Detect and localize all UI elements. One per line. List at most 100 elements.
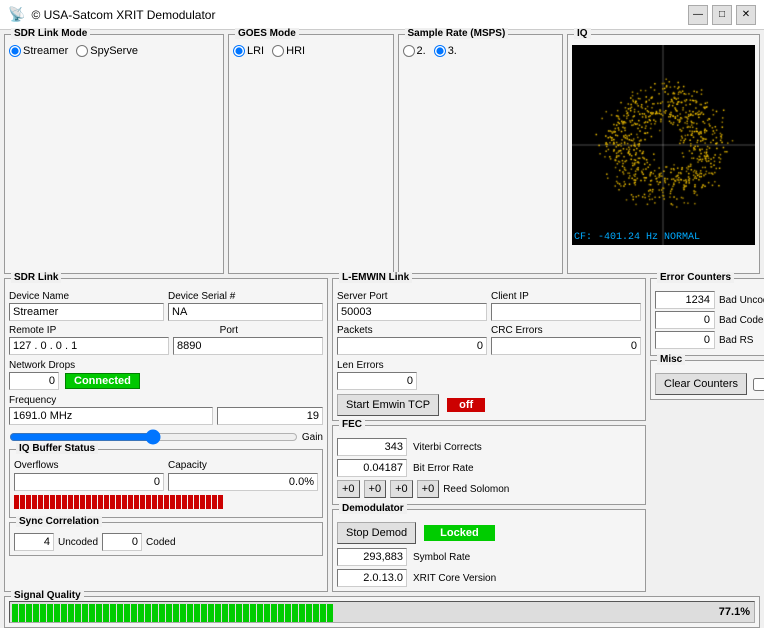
server-port-input[interactable] xyxy=(337,303,487,321)
sample-2-radio[interactable] xyxy=(403,45,415,57)
clear-counters-button[interactable]: Clear Counters xyxy=(655,373,747,395)
xrit-version-input xyxy=(337,569,407,587)
frequency-input[interactable] xyxy=(9,407,213,425)
goes-mode-panel: GOES Mode LRI HRI xyxy=(228,34,394,274)
len-errors-input[interactable] xyxy=(337,372,417,390)
crc-errors-input[interactable] xyxy=(491,337,641,355)
close-button[interactable]: ✕ xyxy=(736,5,756,25)
signal-segment xyxy=(271,604,277,622)
demodulator-panel: Demodulator Stop Demod Locked Symbol Rat… xyxy=(332,509,646,592)
network-drops-label: Network Drops xyxy=(9,360,75,371)
spyserve-radio[interactable] xyxy=(76,45,88,57)
spyserve-label: SpyServe xyxy=(90,45,138,57)
sdr-link-mode-title: SDR Link Mode xyxy=(11,28,90,39)
uncoded-input[interactable] xyxy=(14,533,54,551)
hri-radio[interactable] xyxy=(272,45,284,57)
app-icon: 📡 xyxy=(8,6,25,23)
spyserve-option[interactable]: SpyServe xyxy=(76,45,138,57)
iq-title: IQ xyxy=(574,28,591,39)
signal-segment xyxy=(82,604,88,622)
stop-demod-button[interactable]: Stop Demod xyxy=(337,522,416,544)
sdr-link-title: SDR Link xyxy=(11,272,61,283)
signal-segment xyxy=(117,604,123,622)
streamer-radio[interactable] xyxy=(9,45,21,57)
iq-buf-segment xyxy=(128,495,133,509)
rs-btn-1[interactable]: +0 xyxy=(337,480,360,498)
iq-buf-segment xyxy=(188,495,193,509)
sdr-link-panel: SDR Link Device Name Device Serial # Rem… xyxy=(4,278,328,592)
signal-segment xyxy=(110,604,116,622)
port-input[interactable] xyxy=(173,337,323,355)
rs-btn-4[interactable]: +0 xyxy=(417,480,440,498)
fec-title: FEC xyxy=(339,419,365,430)
window-controls: — □ ✕ xyxy=(688,5,756,25)
device-serial-input[interactable] xyxy=(168,303,323,321)
iq-buf-segment xyxy=(146,495,151,509)
rs-btn-2[interactable]: +0 xyxy=(364,480,387,498)
signal-segment xyxy=(215,604,221,622)
bad-rs-input[interactable] xyxy=(655,331,715,349)
signal-quality-percentage: 77.1% xyxy=(719,606,750,618)
sample-2-option[interactable]: 2. xyxy=(403,45,426,57)
capacity-input[interactable] xyxy=(168,473,318,491)
signal-bar-fill xyxy=(10,602,335,622)
network-drops-input[interactable] xyxy=(9,372,59,390)
iq-buf-segment xyxy=(80,495,85,509)
title-bar: 📡 © USA-Satcom XRIT Demodulator — □ ✕ xyxy=(0,0,764,30)
iq-panel: IQ CF: -401.24 Hz NORMAL xyxy=(567,34,760,274)
sample-3-option[interactable]: 3. xyxy=(434,45,457,57)
bad-coded-input[interactable] xyxy=(655,311,715,329)
signal-segment xyxy=(222,604,228,622)
signal-segment xyxy=(173,604,179,622)
sdr-link-mode-panel: SDR Link Mode Streamer SpyServe xyxy=(4,34,224,274)
start-emwin-button[interactable]: Start Emwin TCP xyxy=(337,394,439,416)
iq-buf-segment xyxy=(218,495,223,509)
signal-segment xyxy=(264,604,270,622)
coded-input[interactable] xyxy=(102,533,142,551)
maximize-button[interactable]: □ xyxy=(712,5,732,25)
server-port-header: Server Port xyxy=(337,291,487,302)
streamer-option[interactable]: Streamer xyxy=(9,45,68,57)
bit-error-rate-input[interactable] xyxy=(337,459,407,477)
device-name-input[interactable] xyxy=(9,303,164,321)
symbol-rate-input[interactable] xyxy=(337,548,407,566)
error-counters-panel: Error Counters Bad Uncoded Bad Coded Bad… xyxy=(650,278,764,356)
sample-3-radio[interactable] xyxy=(434,45,446,57)
client-ip-input[interactable] xyxy=(491,303,641,321)
rs-btn-3[interactable]: +0 xyxy=(390,480,413,498)
iq-buf-segment xyxy=(56,495,61,509)
remote-ip-input[interactable] xyxy=(9,337,169,355)
lri-option[interactable]: LRI xyxy=(233,45,264,57)
hri-option[interactable]: HRI xyxy=(272,45,305,57)
signal-segment xyxy=(208,604,214,622)
iq-buffer-title: IQ Buffer Status xyxy=(16,443,98,454)
lemwin-panel: L-EMWIN Link Server Port Client IP Packe… xyxy=(332,278,646,421)
bad-uncoded-input[interactable] xyxy=(655,291,715,309)
consol-checkbox-group[interactable]: Consol xyxy=(753,378,764,391)
minimize-button[interactable]: — xyxy=(688,5,708,25)
packets-input[interactable] xyxy=(337,337,487,355)
signal-segment xyxy=(166,604,172,622)
signal-segment xyxy=(19,604,25,622)
freq-fine-input[interactable] xyxy=(217,407,323,425)
bad-coded-label: Bad Coded xyxy=(719,315,764,326)
signal-segment xyxy=(313,604,319,622)
overflows-input[interactable] xyxy=(14,473,164,491)
consol-checkbox[interactable] xyxy=(753,378,764,391)
bit-error-label: Bit Error Rate xyxy=(413,463,474,474)
viterbi-corrects-input[interactable] xyxy=(337,438,407,456)
iq-buf-segment xyxy=(62,495,67,509)
iq-buf-segment xyxy=(170,495,175,509)
signal-segment xyxy=(180,604,186,622)
signal-segment xyxy=(47,604,53,622)
lri-radio[interactable] xyxy=(233,45,245,57)
goes-mode-title: GOES Mode xyxy=(235,28,299,39)
sync-correlation-title: Sync Correlation xyxy=(16,516,102,527)
signal-segment xyxy=(320,604,326,622)
symbol-rate-label: Symbol Rate xyxy=(413,552,470,563)
iq-buffer-panel: IQ Buffer Status Overflows Capacity xyxy=(9,449,323,518)
signal-segment xyxy=(306,604,312,622)
client-ip-header: Client IP xyxy=(491,291,641,302)
iq-buf-segment xyxy=(122,495,127,509)
port-header: Port xyxy=(220,325,323,336)
